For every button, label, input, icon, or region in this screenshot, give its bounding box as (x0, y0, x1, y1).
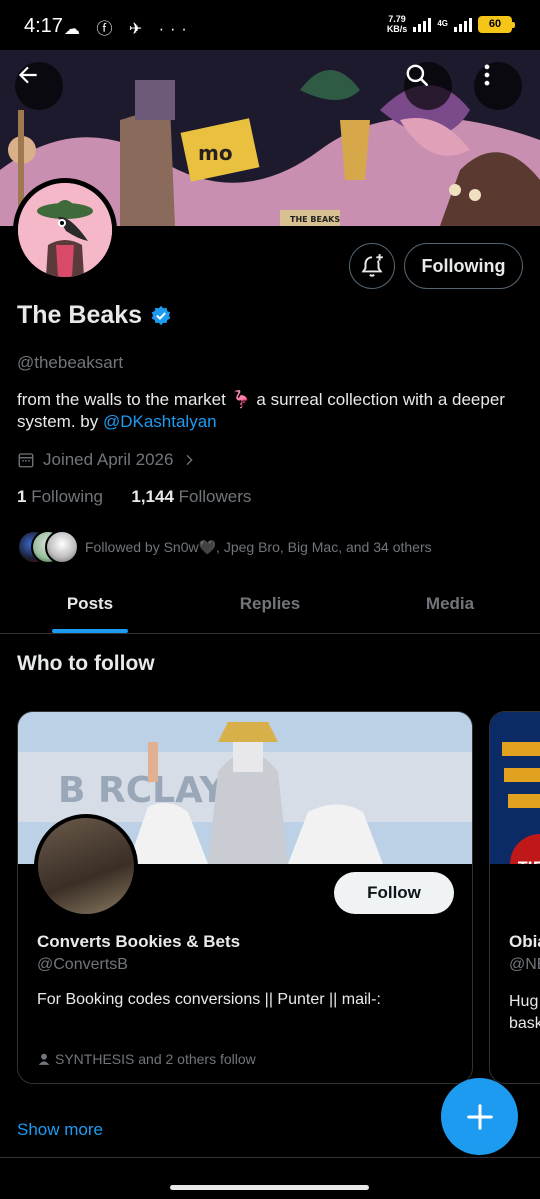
suggestion-handle: @ConvertsB (37, 956, 128, 973)
who-to-follow-title: Who to follow (17, 652, 155, 675)
network-speed: 7.79 KB/s (387, 14, 408, 34)
bell-plus-icon (361, 254, 383, 277)
suggestion-card-2[interactable]: TIF Obia @NE Hug bask (489, 711, 540, 1084)
more-options-button[interactable] (474, 62, 522, 110)
profile-page: 4:17 ☁ ⓕ ✈ ··· 7.79 KB/s 4G 60 mo THE BE… (0, 0, 540, 1199)
follow-button[interactable]: Follow (334, 872, 454, 914)
show-more-link[interactable]: Show more (17, 1120, 103, 1140)
joined-date[interactable]: Joined April 2026 (17, 450, 197, 470)
divider (0, 1157, 540, 1158)
network-type: 4G (437, 19, 448, 28)
arrow-left-icon (18, 66, 37, 84)
notifications-bell-button[interactable] (349, 243, 395, 289)
suggestion-bio: For Booking codes conversions || Punter … (37, 991, 381, 1008)
bio-text: from the walls to the market 🦩 a surreal… (17, 390, 505, 431)
followers-stat[interactable]: 1,144 Followers (131, 487, 251, 506)
suggestion-mutuals: SYNTHESIS and 2 others follow (37, 1051, 256, 1067)
followed-by-avatars (17, 530, 79, 564)
suggestion-card[interactable]: B RCLAYS Follow Converts Bookies & Bets … (17, 711, 473, 1084)
status-time: 4:17 (24, 15, 63, 37)
status-bar: 4:17 ☁ ⓕ ✈ ··· 7.79 KB/s 4G 60 (0, 0, 540, 50)
suggestion-mutuals-text: SYNTHESIS and 2 others follow (55, 1051, 256, 1067)
verified-badge-icon (151, 305, 171, 325)
suggestion-avatar (34, 814, 138, 918)
search-icon (406, 64, 429, 87)
home-indicator[interactable] (170, 1185, 369, 1190)
chevron-right-icon (186, 454, 194, 466)
suggestion-name: Converts Bookies & Bets (37, 932, 241, 951)
svg-text:THE BEAKS: THE BEAKS (290, 215, 340, 224)
following-stat[interactable]: 1 Following (17, 487, 103, 506)
profile-tabs: Posts Replies Media (0, 575, 540, 634)
profile-bio: from the walls to the market 🦩 a surreal… (17, 389, 522, 433)
bio-mention-link[interactable]: @DKashtalyan (103, 412, 217, 431)
tab-posts[interactable]: Posts (0, 575, 180, 633)
following-label: Following (31, 487, 104, 506)
status-right: 7.79 KB/s 4G 60 (387, 14, 515, 34)
profile-avatar[interactable] (13, 178, 117, 282)
avatar-image (18, 183, 112, 277)
mini-avatar (45, 530, 79, 564)
signal-icon (413, 16, 432, 32)
suggestion-2-bio-line2: bask (509, 1015, 540, 1032)
followed-by-text: Followed by Sn0w🖤, Jpeg Bro, Big Mac, an… (85, 538, 432, 555)
network-speed-value: 7.79 (388, 14, 406, 24)
followed-by[interactable]: Followed by Sn0w🖤, Jpeg Bro, Big Mac, an… (17, 530, 432, 564)
profile-handle: @thebeaksart (17, 353, 124, 372)
signal-icon-2 (454, 16, 472, 32)
more-vertical-icon (484, 64, 490, 86)
joined-text: Joined April 2026 (43, 450, 174, 469)
suggestion-2-handle: @NE (509, 956, 540, 973)
battery-icon: 60 (478, 15, 515, 33)
calendar-icon (18, 453, 34, 468)
back-button[interactable] (15, 62, 63, 110)
notification-icons: ☁ ⓕ ✈ ··· (64, 21, 193, 38)
tab-replies[interactable]: Replies (180, 575, 360, 633)
compose-button[interactable] (441, 1078, 518, 1155)
person-icon (38, 1053, 50, 1065)
suggestion-2-name: Obia (509, 932, 540, 951)
svg-text:TIF: TIF (518, 860, 540, 864)
svg-text:mo: mo (198, 141, 233, 165)
following-button[interactable]: Following (404, 243, 523, 289)
followers-count: 1,144 (131, 487, 174, 506)
profile-name-text: The Beaks (17, 301, 143, 329)
search-button[interactable] (404, 62, 452, 110)
profile-name: The Beaks (17, 301, 172, 330)
following-count: 1 (17, 487, 27, 506)
suggestion-card-2-banner: TIF (490, 712, 540, 894)
followers-label: Followers (178, 487, 252, 506)
tab-media[interactable]: Media (360, 575, 540, 633)
follow-stats: 1 Following 1,144 Followers (17, 487, 251, 507)
plus-icon (466, 1103, 493, 1130)
network-speed-unit: KB/s (386, 24, 408, 34)
suggestion-2-bio: Hug bask (509, 991, 540, 1035)
suggestion-2-bio-line1: Hug (509, 993, 539, 1010)
